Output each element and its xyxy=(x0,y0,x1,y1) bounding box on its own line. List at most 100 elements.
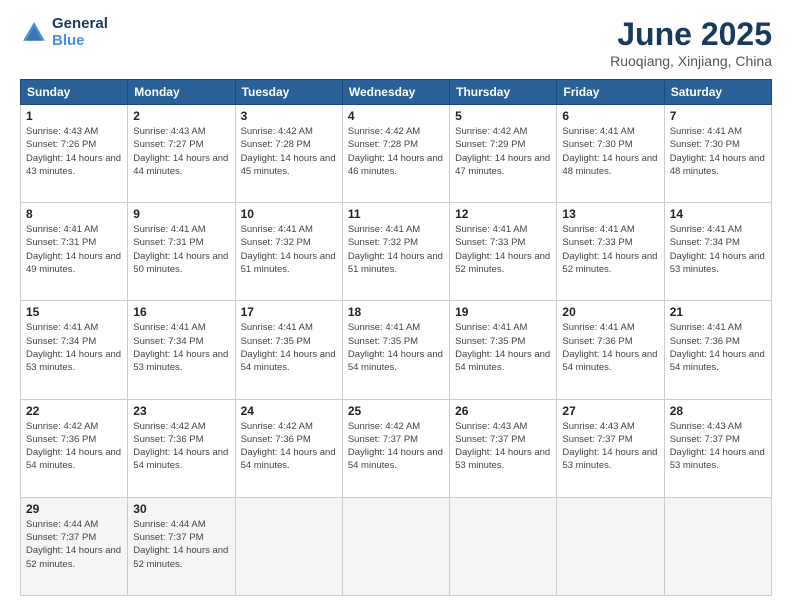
calendar-day-cell: 6Sunrise: 4:41 AMSunset: 7:30 PMDaylight… xyxy=(557,105,664,203)
calendar-day-cell: 7 Sunrise: 4:41 AMSunset: 7:30 PMDaylight… xyxy=(664,105,771,203)
day-number: 15 xyxy=(26,305,122,319)
calendar-day-cell: 21 Sunrise: 4:41 AMSunset: 7:36 PMDayligh… xyxy=(664,301,771,399)
day-number: 27 xyxy=(562,404,658,418)
calendar-day-cell xyxy=(235,497,342,595)
calendar-week-row: 29 Sunrise: 4:44 AMSunset: 7:37 PMDayligh… xyxy=(21,497,772,595)
calendar-day-cell: 27 Sunrise: 4:43 AMSunset: 7:37 PMDayligh… xyxy=(557,399,664,497)
day-info: Sunrise: 4:41 AMSunset: 7:33 PMDaylight:… xyxy=(455,223,551,276)
weekday-header-thursday: Thursday xyxy=(450,80,557,105)
day-number: 22 xyxy=(26,404,122,418)
month-title: June 2025 xyxy=(610,16,772,53)
day-info: Sunrise: 4:42 AMSunset: 7:29 PMDaylight:… xyxy=(455,125,551,178)
day-number: 5 xyxy=(455,109,551,123)
day-number: 4 xyxy=(348,109,444,123)
day-number: 23 xyxy=(133,404,229,418)
day-info: Sunrise: 4:41 AMSunset: 7:32 PMDaylight:… xyxy=(348,223,444,276)
calendar-day-cell xyxy=(664,497,771,595)
calendar-day-cell: 18Sunrise: 4:41 AMSunset: 7:35 PMDayligh… xyxy=(342,301,449,399)
day-info: Sunrise: 4:41 AMSunset: 7:32 PMDaylight:… xyxy=(241,223,337,276)
day-info: Sunrise: 4:42 AMSunset: 7:28 PMDaylight:… xyxy=(348,125,444,178)
calendar-day-cell: 5 Sunrise: 4:42 AMSunset: 7:29 PMDaylight… xyxy=(450,105,557,203)
calendar-day-cell: 16Sunrise: 4:41 AMSunset: 7:34 PMDayligh… xyxy=(128,301,235,399)
day-info: Sunrise: 4:41 AMSunset: 7:30 PMDaylight:… xyxy=(562,125,658,178)
calendar-week-row: 15 Sunrise: 4:41 AMSunset: 7:34 PMDayligh… xyxy=(21,301,772,399)
title-block: June 2025 Ruoqiang, Xinjiang, China xyxy=(610,16,772,69)
day-info: Sunrise: 4:41 AMSunset: 7:35 PMDaylight:… xyxy=(241,321,337,374)
logo-icon xyxy=(20,19,48,47)
calendar-day-cell: 24Sunrise: 4:42 AMSunset: 7:36 PMDayligh… xyxy=(235,399,342,497)
day-info: Sunrise: 4:41 AMSunset: 7:31 PMDaylight:… xyxy=(26,223,122,276)
calendar-day-cell: 23 Sunrise: 4:42 AMSunset: 7:36 PMDayligh… xyxy=(128,399,235,497)
day-number: 12 xyxy=(455,207,551,221)
day-info: Sunrise: 4:41 AMSunset: 7:34 PMDaylight:… xyxy=(26,321,122,374)
day-info: Sunrise: 4:44 AMSunset: 7:37 PMDaylight:… xyxy=(133,518,229,571)
calendar-day-cell: 17 Sunrise: 4:41 AMSunset: 7:35 PMDayligh… xyxy=(235,301,342,399)
day-number: 16 xyxy=(133,305,229,319)
day-info: Sunrise: 4:44 AMSunset: 7:37 PMDaylight:… xyxy=(26,518,122,571)
day-info: Sunrise: 4:42 AMSunset: 7:36 PMDaylight:… xyxy=(133,420,229,473)
day-info: Sunrise: 4:41 AMSunset: 7:30 PMDaylight:… xyxy=(670,125,766,178)
day-number: 11 xyxy=(348,207,444,221)
day-info: Sunrise: 4:41 AMSunset: 7:36 PMDaylight:… xyxy=(562,321,658,374)
weekday-header-monday: Monday xyxy=(128,80,235,105)
day-number: 21 xyxy=(670,305,766,319)
day-info: Sunrise: 4:41 AMSunset: 7:36 PMDaylight:… xyxy=(670,321,766,374)
day-info: Sunrise: 4:41 AMSunset: 7:31 PMDaylight:… xyxy=(133,223,229,276)
day-number: 10 xyxy=(241,207,337,221)
day-number: 20 xyxy=(562,305,658,319)
calendar-day-cell: 4 Sunrise: 4:42 AMSunset: 7:28 PMDaylight… xyxy=(342,105,449,203)
calendar-day-cell: 19 Sunrise: 4:41 AMSunset: 7:35 PMDayligh… xyxy=(450,301,557,399)
day-info: Sunrise: 4:43 AMSunset: 7:37 PMDaylight:… xyxy=(455,420,551,473)
day-number: 14 xyxy=(670,207,766,221)
calendar-week-row: 1Sunrise: 4:43 AMSunset: 7:26 PMDaylight… xyxy=(21,105,772,203)
day-number: 25 xyxy=(348,404,444,418)
day-info: Sunrise: 4:43 AMSunset: 7:27 PMDaylight:… xyxy=(133,125,229,178)
day-number: 3 xyxy=(241,109,337,123)
day-number: 2 xyxy=(133,109,229,123)
day-number: 13 xyxy=(562,207,658,221)
day-info: Sunrise: 4:41 AMSunset: 7:34 PMDaylight:… xyxy=(670,223,766,276)
calendar-day-cell: 10 Sunrise: 4:41 AMSunset: 7:32 PMDayligh… xyxy=(235,203,342,301)
day-number: 19 xyxy=(455,305,551,319)
header: General Blue June 2025 Ruoqiang, Xinjian… xyxy=(20,16,772,69)
calendar-week-row: 22 Sunrise: 4:42 AMSunset: 7:36 PMDayligh… xyxy=(21,399,772,497)
calendar-day-cell: 22 Sunrise: 4:42 AMSunset: 7:36 PMDayligh… xyxy=(21,399,128,497)
day-info: Sunrise: 4:42 AMSunset: 7:36 PMDaylight:… xyxy=(26,420,122,473)
calendar-day-cell: 9Sunrise: 4:41 AMSunset: 7:31 PMDaylight… xyxy=(128,203,235,301)
weekday-header-wednesday: Wednesday xyxy=(342,80,449,105)
day-number: 1 xyxy=(26,109,122,123)
calendar-day-cell: 25Sunrise: 4:42 AMSunset: 7:37 PMDayligh… xyxy=(342,399,449,497)
weekday-header-sunday: Sunday xyxy=(21,80,128,105)
calendar-day-cell: 12 Sunrise: 4:41 AMSunset: 7:33 PMDayligh… xyxy=(450,203,557,301)
weekday-header-saturday: Saturday xyxy=(664,80,771,105)
day-info: Sunrise: 4:43 AMSunset: 7:37 PMDaylight:… xyxy=(562,420,658,473)
day-number: 29 xyxy=(26,502,122,516)
calendar-day-cell xyxy=(342,497,449,595)
calendar-week-row: 8Sunrise: 4:41 AMSunset: 7:31 PMDaylight… xyxy=(21,203,772,301)
day-info: Sunrise: 4:42 AMSunset: 7:28 PMDaylight:… xyxy=(241,125,337,178)
calendar-day-cell xyxy=(557,497,664,595)
calendar-day-cell: 29 Sunrise: 4:44 AMSunset: 7:37 PMDayligh… xyxy=(21,497,128,595)
day-number: 30 xyxy=(133,502,229,516)
day-info: Sunrise: 4:41 AMSunset: 7:35 PMDaylight:… xyxy=(348,321,444,374)
page: General Blue June 2025 Ruoqiang, Xinjian… xyxy=(0,0,792,612)
day-number: 17 xyxy=(241,305,337,319)
calendar-day-cell: 15 Sunrise: 4:41 AMSunset: 7:34 PMDayligh… xyxy=(21,301,128,399)
calendar-day-cell: 14 Sunrise: 4:41 AMSunset: 7:34 PMDayligh… xyxy=(664,203,771,301)
calendar-day-cell: 30 Sunrise: 4:44 AMSunset: 7:37 PMDayligh… xyxy=(128,497,235,595)
calendar-day-cell: 2 Sunrise: 4:43 AMSunset: 7:27 PMDaylight… xyxy=(128,105,235,203)
day-number: 26 xyxy=(455,404,551,418)
day-number: 28 xyxy=(670,404,766,418)
calendar-day-cell: 13Sunrise: 4:41 AMSunset: 7:33 PMDayligh… xyxy=(557,203,664,301)
calendar-day-cell: 1Sunrise: 4:43 AMSunset: 7:26 PMDaylight… xyxy=(21,105,128,203)
calendar-table: SundayMondayTuesdayWednesdayThursdayFrid… xyxy=(20,79,772,596)
calendar-day-cell: 11 Sunrise: 4:41 AMSunset: 7:32 PMDayligh… xyxy=(342,203,449,301)
calendar-day-cell: 26 Sunrise: 4:43 AMSunset: 7:37 PMDayligh… xyxy=(450,399,557,497)
day-number: 7 xyxy=(670,109,766,123)
location: Ruoqiang, Xinjiang, China xyxy=(610,53,772,69)
calendar-day-cell: 8Sunrise: 4:41 AMSunset: 7:31 PMDaylight… xyxy=(21,203,128,301)
logo: General Blue xyxy=(20,16,108,49)
calendar-day-cell xyxy=(450,497,557,595)
weekday-header-row: SundayMondayTuesdayWednesdayThursdayFrid… xyxy=(21,80,772,105)
day-info: Sunrise: 4:41 AMSunset: 7:35 PMDaylight:… xyxy=(455,321,551,374)
